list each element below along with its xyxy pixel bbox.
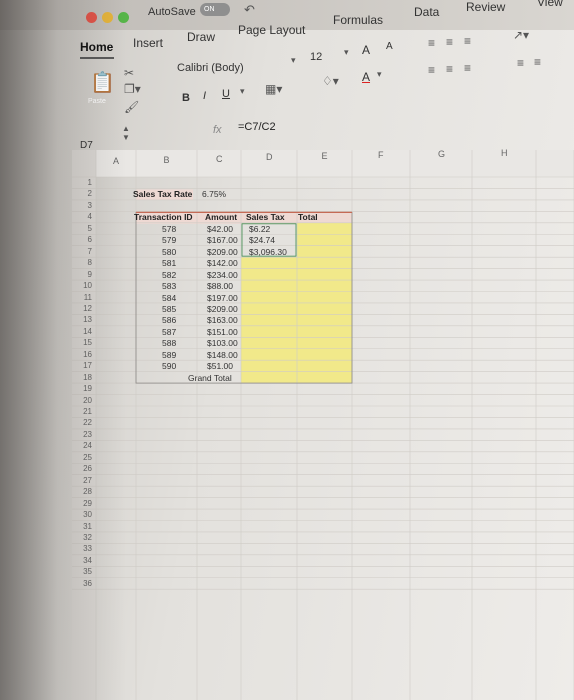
row-header[interactable]: 5	[62, 224, 92, 233]
sales-tax-empty-fill	[241, 257, 297, 384]
amount-cell[interactable]: $167.00	[207, 235, 238, 245]
amount-cell[interactable]: $197.00	[207, 293, 238, 303]
transaction-id-cell[interactable]: 581	[162, 258, 176, 268]
sales-tax-cell[interactable]: $24.74	[249, 235, 275, 245]
row-header[interactable]: 32	[62, 533, 92, 542]
transaction-id-cell[interactable]: 587	[162, 327, 176, 337]
row-header[interactable]: 22	[62, 418, 92, 427]
column-header-e[interactable]: E	[322, 151, 328, 161]
row-header[interactable]: 2	[62, 189, 92, 198]
transaction-id-cell[interactable]: 590	[162, 361, 176, 371]
row-header[interactable]: 29	[62, 499, 92, 508]
transaction-id-cell[interactable]: 584	[162, 293, 176, 303]
amount-cell[interactable]: $163.00	[207, 315, 238, 325]
transaction-id-cell[interactable]: 585	[162, 304, 176, 314]
table-header-cell[interactable]: Amount	[205, 212, 237, 222]
row-header[interactable]: 6	[62, 235, 92, 244]
row-header[interactable]: 25	[62, 453, 92, 462]
row-header[interactable]: 16	[62, 350, 92, 359]
amount-cell[interactable]: $51.00	[207, 361, 233, 371]
row-header[interactable]: 10	[62, 281, 92, 290]
amount-cell[interactable]: $142.00	[207, 258, 238, 268]
amount-cell[interactable]: $42.00	[207, 224, 233, 234]
row-header[interactable]: 9	[62, 270, 92, 279]
row-header[interactable]: 8	[62, 258, 92, 267]
row-header[interactable]: 36	[62, 579, 92, 588]
amount-cell[interactable]: $209.00	[207, 247, 238, 257]
amount-cell[interactable]: $103.00	[207, 338, 238, 348]
amount-cell[interactable]: $148.00	[207, 350, 238, 360]
row-header[interactable]: 1	[62, 178, 92, 187]
row-header[interactable]: 3	[62, 201, 92, 210]
row-header[interactable]: 30	[62, 510, 92, 519]
row-header[interactable]: 21	[62, 407, 92, 416]
row-header[interactable]: 35	[62, 567, 92, 576]
row-header[interactable]: 13	[62, 315, 92, 324]
amount-cell[interactable]: $151.00	[207, 327, 238, 337]
row-header[interactable]: 14	[62, 327, 92, 336]
transaction-id-cell[interactable]: 582	[162, 270, 176, 280]
row-header[interactable]: 28	[62, 487, 92, 496]
row-header[interactable]: 24	[62, 441, 92, 450]
row-header[interactable]: 26	[62, 464, 92, 473]
row-header[interactable]: 20	[62, 396, 92, 405]
row-header[interactable]: 33	[62, 544, 92, 553]
row-header[interactable]: 15	[62, 338, 92, 347]
row-header[interactable]: 12	[62, 304, 92, 313]
transaction-id-cell[interactable]: 578	[162, 224, 176, 234]
row-header[interactable]: 27	[62, 476, 92, 485]
column-header-b[interactable]: B	[164, 155, 170, 165]
transaction-id-cell[interactable]: 586	[162, 315, 176, 325]
row-header[interactable]: 17	[62, 361, 92, 370]
table-header-cell[interactable]: Sales Tax	[246, 212, 285, 222]
row-header[interactable]: 23	[62, 430, 92, 439]
amount-cell[interactable]: $234.00	[207, 270, 238, 280]
row-header[interactable]: 11	[62, 293, 92, 302]
transaction-id-cell[interactable]: 580	[162, 247, 176, 257]
column-header-a[interactable]: A	[113, 156, 119, 166]
transaction-id-cell[interactable]: 583	[162, 281, 176, 291]
rate-value-cell[interactable]: 6.75%	[202, 189, 226, 199]
row-header[interactable]: 31	[62, 522, 92, 531]
transaction-id-cell[interactable]: 579	[162, 235, 176, 245]
amount-cell[interactable]: $209.00	[207, 304, 238, 314]
column-header-d[interactable]: D	[266, 152, 273, 162]
transaction-id-cell[interactable]: 589	[162, 350, 176, 360]
table-header-cell[interactable]: Total	[298, 212, 318, 222]
grand-total-label[interactable]: Grand Total	[188, 373, 232, 383]
column-header-f[interactable]: F	[378, 150, 384, 160]
column-header-g[interactable]: G	[438, 149, 445, 159]
row-header[interactable]: 4	[62, 212, 92, 221]
transaction-id-cell[interactable]: 588	[162, 338, 176, 348]
row-header[interactable]: 7	[62, 247, 92, 256]
rate-label-cell[interactable]: Sales Tax Rate	[133, 189, 192, 199]
table-header-cell[interactable]: Transaction ID	[134, 212, 193, 222]
row-header[interactable]: 18	[62, 373, 92, 382]
row-header[interactable]: 34	[62, 556, 92, 565]
sales-tax-cell[interactable]: $3,096.30	[249, 247, 287, 257]
row-header[interactable]: 19	[62, 384, 92, 393]
column-header-c[interactable]: C	[216, 154, 223, 164]
excel-window: AutoSave ON ↶ Home Insert Draw Page Layo…	[0, 0, 574, 700]
sales-tax-cell[interactable]: $6.22	[249, 224, 270, 234]
column-header-h[interactable]: H	[501, 148, 508, 158]
amount-cell[interactable]: $88.00	[207, 281, 233, 291]
